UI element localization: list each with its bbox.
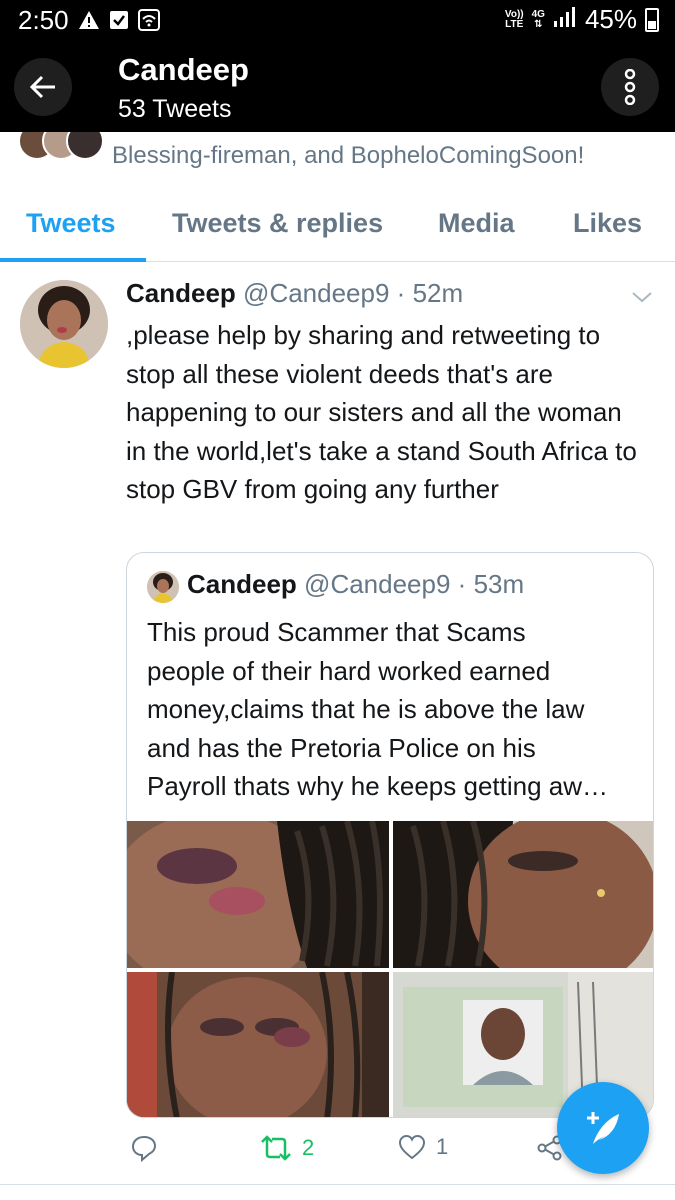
status-time: 2:50: [18, 5, 69, 35]
kebab-menu-icon: [624, 69, 636, 105]
arrow-left-icon: [29, 75, 55, 99]
tab-tweets-and-replies[interactable]: Tweets & replies: [172, 208, 383, 239]
back-button[interactable]: [14, 58, 72, 116]
wifi-icon: [138, 9, 160, 31]
tweet[interactable]: Candeep @Candeep9 · 52m ,please help by …: [0, 262, 675, 1184]
divider: [0, 1184, 675, 1185]
profile-name: Candeep: [118, 52, 249, 87]
tweet-count: 53 Tweets: [118, 95, 232, 123]
quoted-avatar: [147, 571, 179, 603]
quoted-tweet[interactable]: Candeep @Candeep9 · 53m This proud Scamm…: [126, 552, 654, 1118]
separator-dot: ·: [396, 278, 406, 308]
profile-header: Candeep 53 Tweets: [0, 40, 675, 132]
network-type: 4G: [531, 8, 545, 20]
like-count: 1: [436, 1134, 449, 1159]
reply-button[interactable]: [130, 1134, 168, 1162]
tweet-text: ,please help by sharing and retweeting t…: [126, 320, 637, 504]
tweet-author-name[interactable]: Candeep: [126, 278, 236, 308]
quoted-text-line: This proud Scammer that Scams: [147, 617, 526, 647]
status-notification-icons: [78, 9, 160, 31]
tweet-menu-caret[interactable]: [631, 286, 653, 308]
volte-line1: Vo)): [504, 8, 524, 20]
status-right-cluster: Vo)) LTE 4G ⇅ 45%: [505, 4, 659, 35]
tab-media[interactable]: Media: [438, 208, 515, 239]
volte-indicator: Vo)) LTE: [504, 8, 524, 30]
battery-icon: [645, 7, 659, 32]
profile-tabs: Tweets Tweets & replies Media Likes: [0, 192, 675, 262]
retweet-icon: [261, 1135, 291, 1161]
followed-by-text: Blessing-fireman, and BopheloComingSoon!: [112, 142, 585, 169]
chevron-down-icon: [632, 292, 652, 303]
heart-icon: [398, 1134, 426, 1160]
warning-icon: [78, 9, 100, 31]
quoted-text-line: money,claims that he is above the law: [147, 694, 585, 724]
compose-feather-icon: [587, 1112, 619, 1144]
status-bar: 2:50 Vo)) LTE 4G ⇅ 45%: [0, 0, 675, 40]
tweet-header: Candeep @Candeep9 · 52m: [126, 278, 463, 309]
reply-icon: [131, 1135, 157, 1162]
photo-injured-face-1[interactable]: [127, 821, 389, 968]
quoted-timestamp: 53m: [473, 569, 525, 599]
quoted-text-line: Payroll thats why he keeps getting aw…: [147, 771, 609, 801]
signal-icon: [553, 4, 577, 35]
quoted-author-handle: @Candeep9: [304, 569, 451, 599]
retweet-count: 2: [302, 1135, 315, 1160]
avatar[interactable]: [20, 280, 108, 368]
like-button[interactable]: 1: [398, 1134, 448, 1160]
network-arrows: ⇅: [534, 18, 543, 30]
checkbox-icon: [108, 9, 130, 31]
tweet-timestamp: 52m: [412, 278, 464, 308]
tweet-author-handle: @Candeep9: [243, 278, 390, 308]
quoted-author-name: Candeep: [187, 569, 297, 599]
follower-avatars: [18, 132, 108, 162]
quoted-text: This proud Scammer that Scams people of …: [147, 613, 639, 806]
compose-tweet-button[interactable]: [557, 1082, 649, 1174]
tab-tweets[interactable]: Tweets: [26, 208, 116, 239]
retweet-button[interactable]: 2: [260, 1134, 314, 1162]
more-options-button[interactable]: [601, 58, 659, 116]
followed-by-strip[interactable]: Blessing-fireman, and BopheloComingSoon!: [0, 132, 675, 192]
network-indicator: 4G ⇅: [531, 8, 545, 30]
tab-likes[interactable]: Likes: [573, 208, 642, 239]
photo-injured-face-3[interactable]: [127, 972, 389, 1117]
media-grid: [127, 821, 653, 1117]
battery-percent: 45%: [584, 4, 637, 34]
photo-injured-face-2[interactable]: [393, 821, 653, 968]
separator-dot: ·: [457, 569, 467, 599]
quoted-text-line: people of their hard worked earned: [147, 655, 551, 686]
quoted-text-line: and has the Pretoria Police on his: [147, 732, 536, 763]
quoted-header: Candeep @Candeep9 · 53m: [187, 569, 524, 600]
volte-line2: LTE: [505, 18, 524, 30]
